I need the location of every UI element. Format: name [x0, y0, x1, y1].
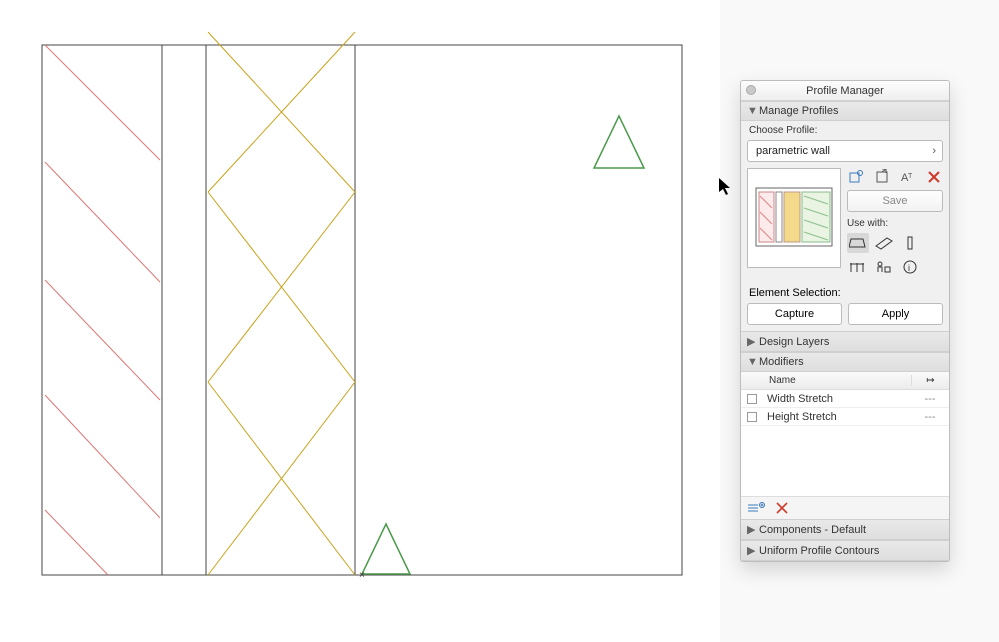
mouse-cursor-icon [719, 178, 733, 196]
disclosure-triangle-right-icon: ▶ [747, 544, 755, 557]
capture-button[interactable]: Capture [747, 303, 842, 325]
disclosure-triangle-right-icon: ▶ [747, 523, 755, 536]
element-selection-label: Element Selection: [741, 283, 949, 303]
modifiers-header-name[interactable]: Name [763, 375, 911, 386]
panel-title: Profile Manager [806, 85, 884, 97]
remove-modifier-icon[interactable] [773, 501, 791, 515]
svg-text:i: i [908, 263, 910, 273]
modifiers-header-arrow-icon[interactable]: ↦ [911, 375, 949, 386]
use-with-wall-icon[interactable] [847, 233, 869, 253]
disclosure-triangle-down-icon: ▼ [747, 105, 755, 117]
use-with-object-icon[interactable] [873, 257, 895, 277]
checkbox[interactable] [747, 394, 757, 404]
modifier-row[interactable]: Width Stretch --- [741, 390, 949, 408]
export-profile-icon[interactable] [873, 168, 891, 186]
select-by-profile-icon[interactable] [847, 168, 865, 186]
delete-icon[interactable] [925, 168, 943, 186]
drawing-canvas[interactable]: × [0, 0, 720, 642]
profile-dropdown[interactable]: parametric wall › [747, 140, 943, 162]
modifier-row[interactable]: Height Stretch --- [741, 408, 949, 426]
use-with-column-icon[interactable] [899, 233, 921, 253]
profile-preview [747, 168, 841, 268]
add-modifier-icon[interactable] [747, 501, 765, 515]
modifiers-table: Name ↦ Width Stretch --- Height Stretch … [741, 372, 949, 519]
use-with-beam-icon[interactable] [873, 233, 895, 253]
apply-button[interactable]: Apply [848, 303, 943, 325]
use-with-railing-icon[interactable] [847, 257, 869, 277]
disclosure-triangle-down-icon: ▼ [747, 356, 755, 368]
choose-profile-label: Choose Profile: [741, 121, 949, 138]
save-button[interactable]: Save [847, 190, 943, 212]
chevron-right-icon: › [932, 145, 936, 157]
use-with-label: Use with: [847, 218, 943, 229]
section-modifiers[interactable]: ▼ Modifiers [741, 352, 949, 372]
close-dot-icon[interactable] [746, 85, 756, 95]
section-uniform-profile-contours[interactable]: ▶ Uniform Profile Contours [741, 540, 949, 561]
use-with-info-icon[interactable]: i [899, 257, 921, 277]
section-manage-profiles[interactable]: ▼ Manage Profiles [741, 101, 949, 121]
section-design-layers[interactable]: ▶ Design Layers [741, 331, 949, 352]
panel-titlebar[interactable]: Profile Manager [741, 81, 949, 101]
checkbox[interactable] [747, 412, 757, 422]
profile-manager-panel: Profile Manager ▼ Manage Profiles Choose… [740, 80, 950, 562]
rename-icon[interactable]: AT [899, 168, 917, 186]
disclosure-triangle-right-icon: ▶ [747, 335, 755, 348]
svg-text:T: T [908, 173, 913, 180]
section-components-default[interactable]: ▶ Components - Default [741, 519, 949, 540]
svg-text:×: × [359, 570, 365, 581]
